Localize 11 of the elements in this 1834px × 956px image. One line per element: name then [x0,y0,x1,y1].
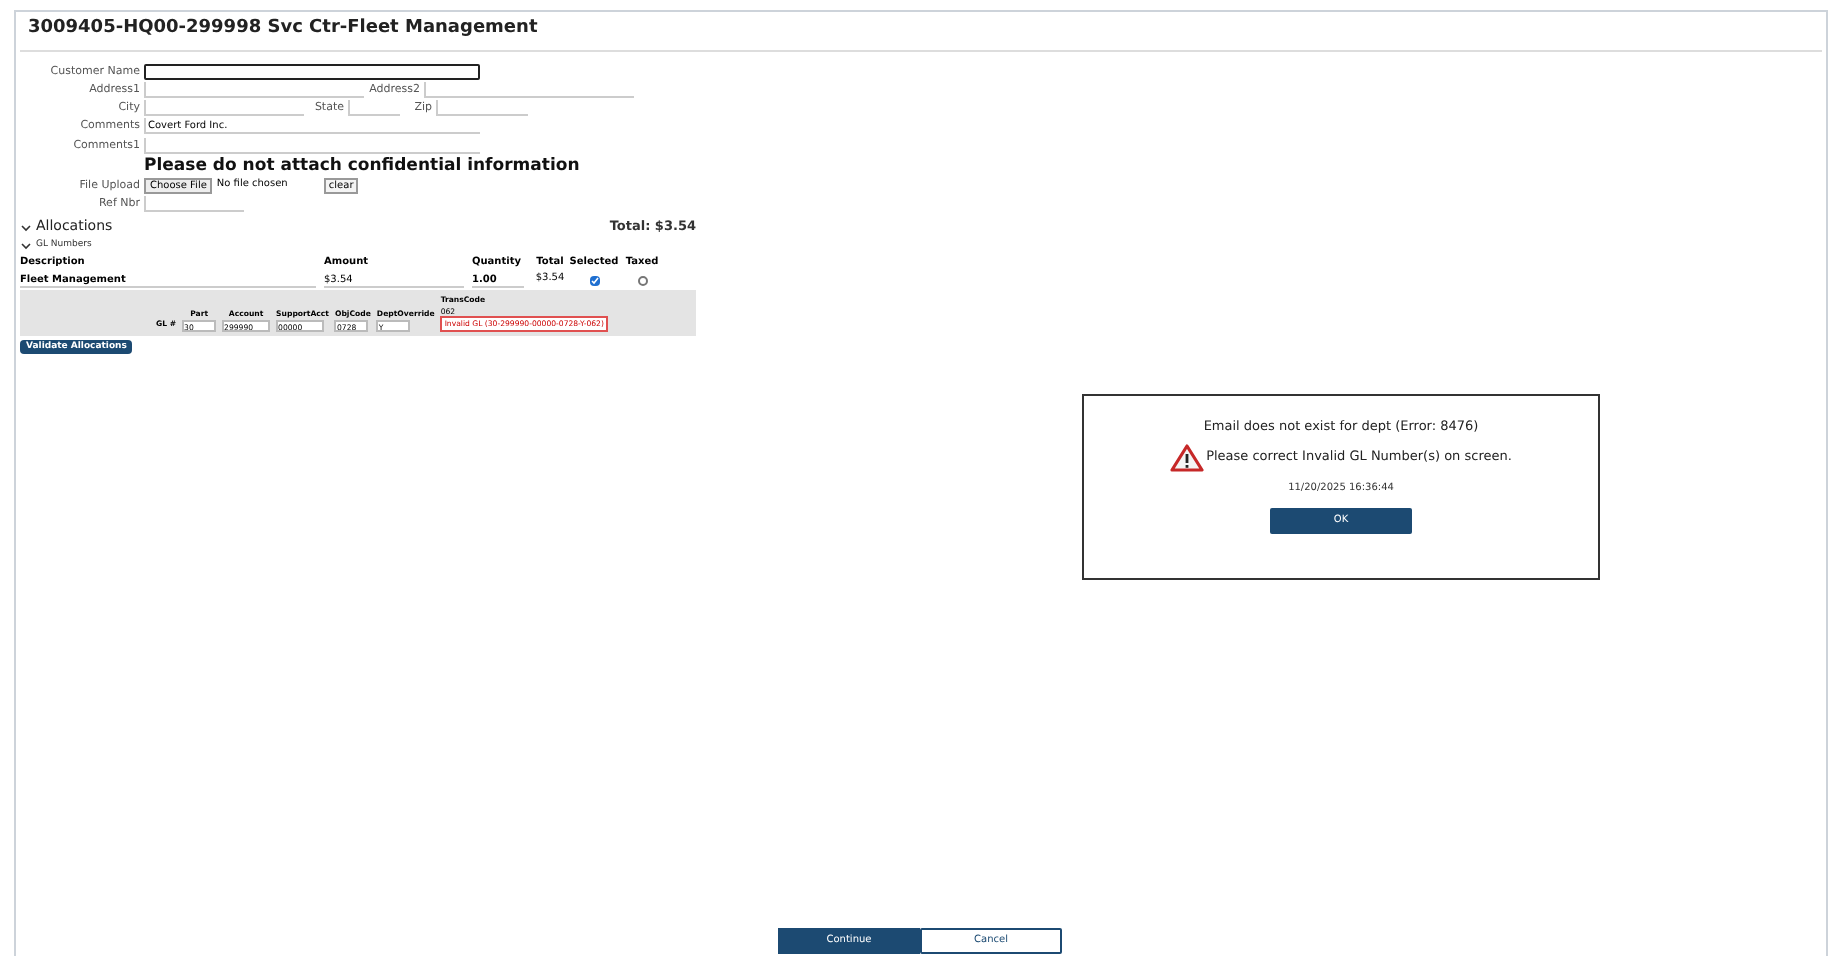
input-field[interactable] [144,137,480,154]
page-title: 3009405-HQ00-299998 Svc Ctr-Fleet Management [20,12,1822,51]
warning-icon [1170,443,1205,472]
selected-checkbox[interactable] [589,275,599,285]
input-field[interactable] [144,81,364,98]
taxed-checkbox[interactable] [637,275,647,285]
input-field[interactable] [436,100,528,117]
input-field[interactable] [144,196,244,213]
input-field[interactable] [144,100,304,117]
notice-text: Please do not attach confidential information [144,155,580,176]
customer-name-field[interactable] [144,63,480,80]
